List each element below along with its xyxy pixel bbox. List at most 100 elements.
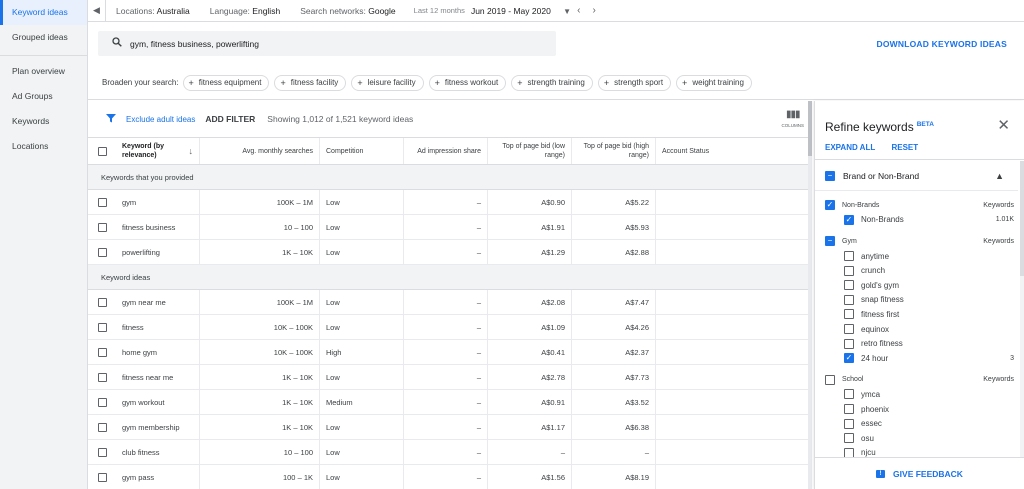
- download-keyword-ideas-button[interactable]: DOWNLOAD KEYWORD IDEAS: [877, 39, 1007, 49]
- refine-item[interactable]: ✓ 24 hour 3: [815, 351, 1018, 366]
- item-checkbox[interactable]: [844, 433, 854, 444]
- table-row[interactable]: gym workout 1K – 10K Medium – A$0.91 A$3.52: [88, 390, 810, 415]
- nav-plan-overview[interactable]: Plan overview: [0, 59, 87, 84]
- row-checkbox[interactable]: [97, 222, 107, 232]
- add-filter-button[interactable]: ADD FILTER: [205, 114, 255, 124]
- item-checkbox[interactable]: [844, 404, 854, 415]
- next-range-icon[interactable]: ›: [586, 5, 601, 16]
- item-checkbox[interactable]: [844, 294, 854, 305]
- refine-item[interactable]: crunch: [815, 263, 1018, 278]
- refine-item[interactable]: njcu: [815, 446, 1018, 457]
- header-competition[interactable]: Competition: [320, 138, 404, 164]
- group-checkbox[interactable]: ✓: [825, 200, 835, 211]
- refine-item[interactable]: snap fitness: [815, 293, 1018, 308]
- item-checkbox[interactable]: [844, 418, 854, 429]
- item-checkbox[interactable]: [844, 265, 854, 276]
- item-checkbox[interactable]: [844, 251, 854, 262]
- refine-section-brand[interactable]: − Brand or Non-Brand ▲: [815, 161, 1018, 191]
- prev-range-icon[interactable]: ‹: [571, 5, 586, 16]
- columns-button[interactable]: ▮▮▮ COLUMNS: [781, 110, 804, 129]
- language-setting[interactable]: Language: English: [200, 6, 290, 16]
- item-checkbox[interactable]: [844, 389, 854, 400]
- table-row[interactable]: powerlifting 1K – 10K Low – A$1.29 A$2.88: [88, 240, 810, 265]
- refine-item[interactable]: gold's gym: [815, 278, 1018, 293]
- table-row[interactable]: gym 100K – 1M Low – A$0.90 A$5.22: [88, 190, 810, 215]
- header-status[interactable]: Account Status: [656, 138, 810, 164]
- broaden-chip[interactable]: + fitness equipment: [182, 74, 270, 91]
- header-bid-high[interactable]: Top of page bid (high range): [572, 138, 656, 164]
- row-checkbox[interactable]: [97, 247, 107, 257]
- header-bid-low[interactable]: Top of page bid (low range): [488, 138, 572, 164]
- row-checkbox[interactable]: [97, 372, 107, 382]
- refine-item[interactable]: essec: [815, 416, 1018, 431]
- refine-group[interactable]: ✓ Non-Brands Keywords: [815, 198, 1018, 213]
- table-row[interactable]: gym near me 100K – 1M Low – A$2.08 A$7.47: [88, 290, 810, 315]
- select-all-checkbox[interactable]: [97, 146, 107, 156]
- filter-icon[interactable]: [106, 113, 116, 126]
- row-checkbox[interactable]: [97, 322, 107, 332]
- networks-setting[interactable]: Search networks: Google: [290, 6, 405, 16]
- refine-item[interactable]: retro fitness: [815, 336, 1018, 351]
- table-scrollbar-thumb[interactable]: [808, 101, 812, 156]
- nav-ad-groups[interactable]: Ad Groups: [0, 84, 87, 109]
- row-checkbox[interactable]: [97, 347, 107, 357]
- row-checkbox[interactable]: [97, 472, 107, 482]
- table-row[interactable]: gym pass 100 – 1K Low – A$1.56 A$8.19: [88, 465, 810, 489]
- table-row[interactable]: fitness near me 1K – 10K Low – A$2.78 A$7.73: [88, 365, 810, 390]
- item-checkbox[interactable]: [844, 309, 854, 320]
- collapse-nav-icon[interactable]: ◀: [88, 0, 106, 22]
- exclude-adult-ideas-link[interactable]: Exclude adult ideas: [126, 115, 195, 124]
- item-checkbox[interactable]: ✓: [844, 214, 854, 225]
- broaden-chip[interactable]: + fitness workout: [428, 74, 507, 91]
- nav-keywords[interactable]: Keywords: [0, 109, 87, 134]
- section-checkbox[interactable]: −: [825, 170, 835, 181]
- refine-scrollbar[interactable]: [1020, 161, 1024, 457]
- item-checkbox[interactable]: [844, 338, 854, 349]
- item-checkbox[interactable]: [844, 324, 854, 335]
- header-impression[interactable]: Ad impression share: [404, 138, 488, 164]
- table-row[interactable]: fitness 10K – 100K Low – A$1.09 A$4.26: [88, 315, 810, 340]
- row-checkbox[interactable]: [97, 397, 107, 407]
- refine-group[interactable]: School Keywords: [815, 373, 1018, 388]
- broaden-chip[interactable]: + fitness facility: [274, 74, 347, 91]
- expand-all-button[interactable]: EXPAND ALL: [825, 143, 875, 152]
- reset-button[interactable]: RESET: [891, 143, 918, 152]
- row-checkbox[interactable]: [97, 447, 107, 457]
- item-checkbox[interactable]: [844, 447, 854, 457]
- group-checkbox[interactable]: [825, 374, 835, 385]
- broaden-chip[interactable]: + strength sport: [597, 74, 672, 91]
- table-row[interactable]: club fitness 10 – 100 Low – – –: [88, 440, 810, 465]
- header-searches[interactable]: Avg. monthly searches: [200, 138, 320, 164]
- item-checkbox[interactable]: [844, 280, 854, 291]
- broaden-chip[interactable]: + weight training: [676, 74, 752, 91]
- chevron-up-icon[interactable]: ▲: [995, 171, 1004, 181]
- refine-scrollbar-thumb[interactable]: [1020, 161, 1024, 276]
- refine-item[interactable]: phoenix: [815, 402, 1018, 417]
- refine-item[interactable]: fitness first: [815, 307, 1018, 322]
- refine-item[interactable]: equinox: [815, 322, 1018, 337]
- refine-group[interactable]: − Gym Keywords: [815, 234, 1018, 249]
- table-row[interactable]: fitness business 10 – 100 Low – A$1.91 A$5.93: [88, 215, 810, 240]
- refine-item[interactable]: osu: [815, 431, 1018, 446]
- header-keyword[interactable]: Keyword (by relevance) ↓: [116, 138, 200, 164]
- close-icon[interactable]: ✕: [997, 116, 1010, 134]
- give-feedback-button[interactable]: ! GIVE FEEDBACK: [815, 457, 1024, 489]
- nav-locations[interactable]: Locations: [0, 134, 87, 159]
- refine-item[interactable]: anytime: [815, 249, 1018, 264]
- row-checkbox[interactable]: [97, 297, 107, 307]
- table-row[interactable]: home gym 10K – 100K High – A$0.41 A$2.37: [88, 340, 810, 365]
- date-range-picker[interactable]: Jun 2019 - May 2020 ▼: [471, 6, 571, 16]
- refine-item[interactable]: ymca: [815, 387, 1018, 402]
- broaden-chip[interactable]: + leisure facility: [351, 74, 424, 91]
- item-checkbox[interactable]: ✓: [844, 353, 854, 364]
- keyword-search-input[interactable]: gym, fitness business, powerlifting: [98, 31, 556, 56]
- broaden-chip[interactable]: + strength training: [511, 74, 593, 91]
- row-checkbox[interactable]: [97, 422, 107, 432]
- refine-item[interactable]: ✓ Non-Brands 1.01K: [815, 213, 1018, 228]
- nav-grouped-ideas[interactable]: Grouped ideas: [0, 25, 87, 50]
- table-scrollbar[interactable]: [808, 101, 812, 489]
- group-checkbox[interactable]: −: [825, 236, 835, 247]
- table-row[interactable]: gym membership 1K – 10K Low – A$1.17 A$6.38: [88, 415, 810, 440]
- locations-setting[interactable]: Locations: Australia: [106, 6, 200, 16]
- nav-keyword-ideas[interactable]: Keyword ideas: [0, 0, 87, 25]
